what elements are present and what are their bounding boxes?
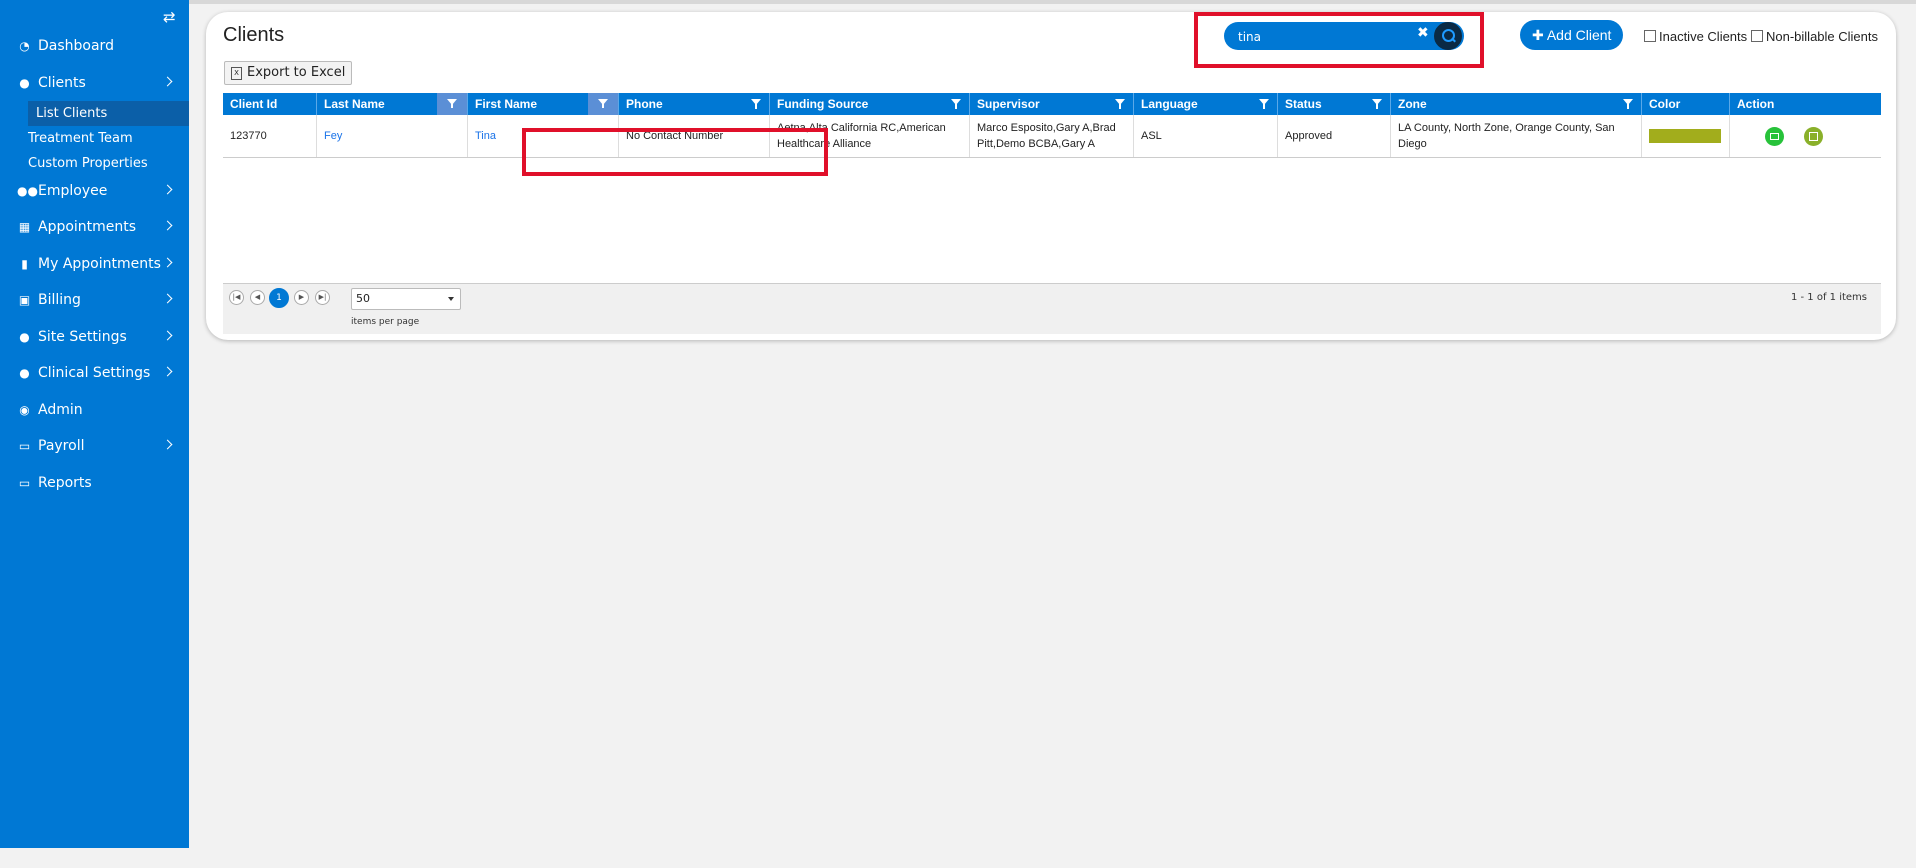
excel-file-icon: X — [231, 67, 242, 80]
export-label: Export to Excel — [247, 65, 346, 80]
search-input[interactable] — [1236, 26, 1410, 48]
col-header-language[interactable]: Language — [1134, 93, 1278, 115]
user-icon: ● — [19, 75, 30, 90]
sidebar: ⇄ ◔ Dashboard ● Clients List Clients Treat… — [0, 0, 189, 848]
cell-action — [1730, 115, 1881, 157]
col-header-status[interactable]: Status — [1278, 93, 1391, 115]
top-border — [0, 0, 1916, 4]
chevron-down-icon — [448, 297, 454, 301]
chevron-right-icon — [162, 220, 173, 231]
sidebar-item-billing[interactable]: ▣ Billing — [0, 288, 189, 325]
inactive-clients-checkbox[interactable] — [1644, 30, 1656, 42]
filter-icon[interactable] — [1623, 99, 1633, 109]
chevron-right-icon — [162, 330, 173, 340]
sidebar-item-my-appointments[interactable]: ▮ My Appointments — [0, 252, 189, 289]
credit-card-icon: ▭ — [18, 439, 31, 453]
bookmark-icon: ▮ — [21, 256, 28, 271]
next-page-icon[interactable]: ▶ — [294, 290, 309, 305]
cell-color — [1642, 115, 1730, 157]
grid-pager: |◀ ◀ 1 ▶ ▶| 50 items per page 1 - 1 of 1… — [223, 283, 1881, 334]
col-header-zone[interactable]: Zone — [1391, 93, 1642, 115]
page-title: Clients — [223, 24, 285, 46]
page-number-current[interactable]: 1 — [269, 288, 289, 308]
col-header-first-name[interactable]: First Name — [468, 93, 619, 115]
prev-page-icon[interactable]: ◀ — [250, 290, 265, 305]
inactive-clients-label: Inactive Clients — [1659, 29, 1748, 44]
filter-icon[interactable] — [1115, 99, 1125, 109]
export-to-excel-button[interactable]: X Export to Excel — [224, 61, 353, 85]
table-row: 123770 Fey Tina No Contact Number Aetna,… — [223, 115, 1881, 158]
cell-language: ASL — [1134, 115, 1278, 157]
user-icon: ● — [19, 329, 30, 344]
user-circle-icon: ◉ — [19, 402, 30, 417]
page-size-select[interactable]: 50 — [351, 288, 461, 310]
clear-search-icon[interactable]: ✖ — [1417, 25, 1429, 41]
chevron-right-icon — [162, 184, 173, 194]
nonbillable-clients-checkbox[interactable] — [1751, 30, 1763, 42]
sidebar-item-site-settings[interactable]: ● Site Settings — [0, 325, 189, 362]
users-icon: ●● — [17, 183, 38, 198]
col-header-funding-source[interactable]: Funding Source — [770, 93, 970, 115]
filter-icon[interactable] — [751, 99, 761, 109]
chevron-right-icon — [162, 439, 173, 450]
filter-icon[interactable] — [951, 99, 961, 109]
col-header-client-id[interactable]: Client Id — [223, 93, 317, 115]
sidebar-subitem-treatment-team[interactable]: Treatment Team — [0, 126, 189, 151]
user-icon: ● — [19, 366, 30, 380]
chevron-right-icon — [162, 257, 173, 267]
color-swatch — [1649, 129, 1721, 143]
cell-last-name-link[interactable]: Fey — [317, 115, 468, 157]
sidebar-item-dashboard[interactable]: ◔ Dashboard — [0, 34, 189, 71]
nonbillable-clients-toggle[interactable]: Non-billable Clients — [1751, 29, 1878, 44]
sidebar-item-employee[interactable]: ●●Employee — [0, 179, 189, 216]
schedule-client-icon[interactable] — [1804, 126, 1823, 146]
credit-card-icon: ▭ — [18, 475, 31, 490]
pager-info: 1 - 1 of 1 items — [1790, 292, 1867, 303]
money-icon: ▣ — [18, 293, 31, 307]
cell-zone: LA County, North Zone, Orange County, Sa… — [1391, 115, 1642, 157]
items-per-page-label: items per page — [351, 317, 420, 327]
sidebar-item-admin[interactable]: ◉ Admin — [0, 398, 189, 435]
chevron-right-icon — [162, 293, 173, 304]
swap-arrows-icon[interactable]: ⇄ — [163, 8, 176, 26]
col-header-phone[interactable]: Phone — [619, 93, 770, 115]
sidebar-nav: ◔ Dashboard ● Clients List Clients Treatme… — [0, 34, 189, 507]
name-highlight-box — [522, 128, 828, 176]
sidebar-subitem-custom-properties[interactable]: Custom Properties — [0, 151, 189, 179]
view-client-icon[interactable] — [1765, 126, 1784, 146]
sidebar-item-payroll[interactable]: ▭ Payroll — [0, 434, 189, 471]
col-header-action: Action — [1737, 97, 1775, 111]
col-header-supervisor[interactable]: Supervisor — [970, 93, 1134, 115]
inactive-clients-toggle[interactable]: Inactive Clients — [1644, 29, 1747, 44]
sidebar-item-clinical-settings[interactable]: ● Clinical Settings — [0, 361, 189, 398]
add-client-button[interactable]: ✚ Add Client — [1520, 20, 1624, 50]
dashboard-gauge-icon: ◔ — [19, 39, 30, 53]
filter-active-icon[interactable] — [588, 93, 618, 115]
search-box: ✖ — [1224, 22, 1464, 50]
cell-client-id: 123770 — [223, 115, 317, 157]
nonbillable-clients-label: Non-billable Clients — [1766, 29, 1878, 44]
cell-supervisor: Marco Esposito,Gary A,Brad Pitt,Demo BCB… — [970, 115, 1134, 157]
sidebar-subitem-list-clients[interactable]: List Clients — [28, 100, 189, 126]
filter-icon[interactable] — [1372, 99, 1382, 109]
grid-header: Client Id Last Name First Name Phone Fun… — [223, 93, 1881, 115]
filter-active-icon[interactable] — [437, 93, 467, 115]
chevron-right-icon — [162, 366, 173, 377]
clients-card: Clients XExport to Excel ✖ ✚ Add Client … — [206, 12, 1896, 340]
cell-status: Approved — [1278, 115, 1391, 157]
col-header-last-name[interactable]: Last Name — [317, 93, 468, 115]
filter-icon[interactable] — [1259, 99, 1269, 109]
calendar-icon: ▦ — [18, 220, 31, 234]
last-page-icon[interactable]: ▶| — [315, 290, 330, 305]
search-button[interactable] — [1434, 22, 1462, 50]
sidebar-item-appointments[interactable]: ▦ Appointments — [0, 215, 189, 252]
col-header-color[interactable]: Color — [1642, 93, 1730, 115]
first-page-icon[interactable]: |◀ — [229, 290, 244, 305]
sidebar-item-reports[interactable]: ▭ Reports — [0, 471, 189, 508]
chevron-right-icon — [162, 76, 173, 86]
sidebar-item-clients[interactable]: ● Clients — [0, 71, 189, 101]
